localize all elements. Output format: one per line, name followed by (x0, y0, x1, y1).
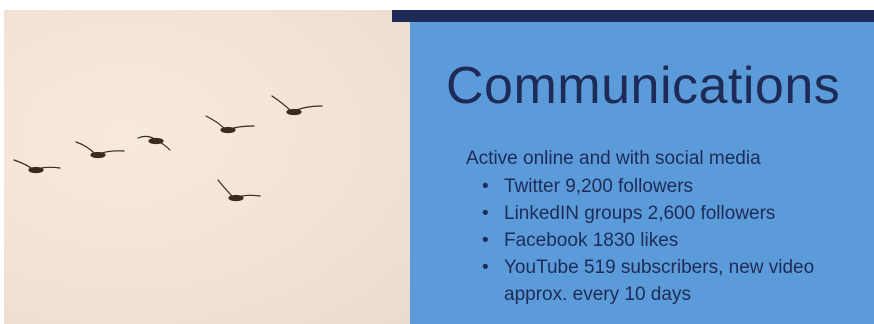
bird-icon (13, 159, 61, 174)
bird-icon (217, 179, 261, 202)
bird-icon (271, 95, 323, 116)
bullet-list: Twitter 9,200 followers LinkedIN groups … (482, 173, 862, 308)
top-accent-bar (392, 10, 874, 22)
bird-icon (137, 135, 171, 151)
list-item: Facebook 1830 likes (482, 227, 862, 254)
bird-icon (75, 141, 125, 159)
slide-title: Communications (446, 57, 841, 115)
birds-photo (4, 10, 410, 324)
flying-birds-illustration (13, 95, 323, 202)
slide-subtitle: Active online and with social media (466, 148, 761, 169)
list-item: LinkedIN groups 2,600 followers (482, 200, 862, 227)
bird-icon (205, 115, 255, 134)
list-item: YouTube 519 subscribers, new video appro… (482, 254, 862, 308)
list-item: Twitter 9,200 followers (482, 173, 862, 200)
